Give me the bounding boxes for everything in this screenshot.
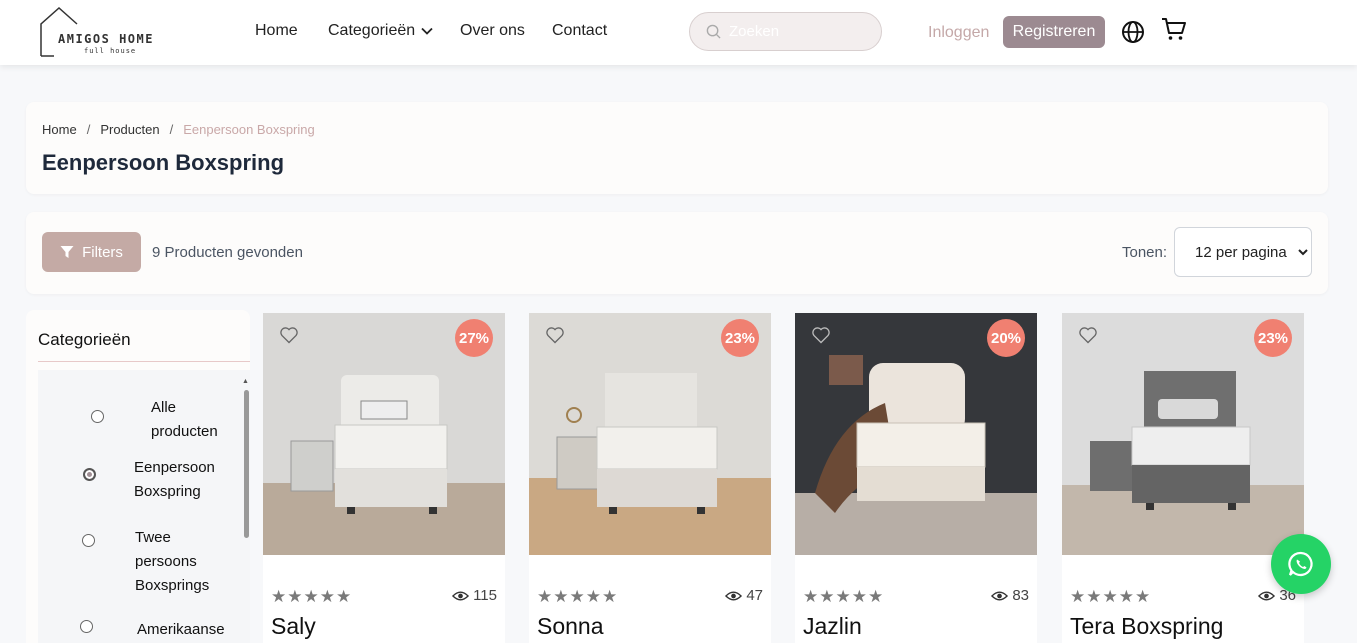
- breadcrumb-products[interactable]: Producten: [100, 122, 159, 137]
- filters-button-label: Filters: [82, 243, 123, 261]
- product-card[interactable]: 27% ★★★★★ 115 Saly: [263, 313, 505, 643]
- chevron-down-icon: [421, 27, 433, 35]
- search-bar[interactable]: [689, 12, 882, 51]
- product-name[interactable]: Tera Boxspring: [1070, 613, 1223, 640]
- scroll-up-arrow[interactable]: ▲: [242, 378, 249, 385]
- discount-badge: 27%: [455, 319, 493, 357]
- discount-badge: 23%: [721, 319, 759, 357]
- per-page-select[interactable]: 12 per pagina: [1174, 227, 1312, 277]
- category-sidebar: Categorieën Alle producten Eenpersoon Bo…: [26, 310, 250, 643]
- view-count-value: 83: [1012, 587, 1029, 604]
- page-header-card: Home / Producten / Eenpersoon Boxspring …: [26, 102, 1328, 194]
- nav-categories-label: Categorieën: [328, 22, 416, 39]
- product-card[interactable]: 23% ★★★★★ 47 Sonna: [529, 313, 771, 643]
- cart-icon[interactable]: [1161, 16, 1187, 42]
- breadcrumb-separator: /: [86, 122, 91, 137]
- nav-categories[interactable]: Categorieën: [328, 22, 433, 40]
- brand-tagline: full house: [84, 47, 137, 55]
- filter-icon: [60, 246, 74, 258]
- product-image[interactable]: 20%: [795, 313, 1037, 555]
- nav-home[interactable]: Home: [255, 22, 298, 40]
- category-item-double-boxspring[interactable]: Twee persoons Boxsprings: [82, 526, 220, 598]
- per-page-label: Tonen:: [1122, 244, 1168, 261]
- product-name[interactable]: Sonna: [537, 613, 604, 640]
- product-name[interactable]: Saly: [271, 613, 316, 640]
- globe-icon[interactable]: [1121, 20, 1145, 44]
- results-count: 9 Producten gevonden: [152, 244, 303, 261]
- eye-icon: [991, 591, 1009, 600]
- breadcrumb: Home / Producten / Eenpersoon Boxspring: [42, 122, 315, 137]
- category-item-american[interactable]: Amerikaanse: [80, 618, 237, 642]
- view-count: 47: [725, 587, 763, 604]
- breadcrumb-separator: /: [169, 122, 174, 137]
- rating-stars: ★★★★★: [271, 587, 353, 606]
- product-image[interactable]: 27%: [263, 313, 505, 555]
- rating-stars: ★★★★★: [537, 587, 619, 606]
- divider: [38, 361, 250, 362]
- product-card[interactable]: 20% ★★★★★ 83 Jazlin: [795, 313, 1037, 643]
- rating-stars: ★★★★★: [1070, 587, 1152, 606]
- register-button[interactable]: Registreren: [1003, 16, 1105, 48]
- heart-icon[interactable]: [1078, 325, 1098, 345]
- whatsapp-button[interactable]: [1271, 534, 1331, 594]
- nav-about[interactable]: Over ons: [460, 22, 525, 40]
- category-label: Twee persoons Boxsprings: [135, 529, 210, 594]
- heart-icon[interactable]: [279, 325, 299, 345]
- brand-name: AMIGOS HOME: [58, 32, 154, 46]
- rating-stars: ★★★★★: [803, 587, 885, 606]
- eye-icon: [452, 591, 470, 600]
- discount-badge: 23%: [1254, 319, 1292, 357]
- product-card[interactable]: 23% ★★★★★ 36 Tera Boxspring: [1062, 313, 1304, 643]
- view-count: 83: [991, 587, 1029, 604]
- category-item-all[interactable]: Alle producten: [91, 396, 241, 444]
- category-radio[interactable]: [82, 534, 95, 547]
- breadcrumb-current: Eenpersoon Boxspring: [183, 122, 315, 137]
- search-icon: [706, 24, 721, 39]
- page-title: Eenpersoon Boxspring: [42, 150, 285, 175]
- category-label: Amerikaanse: [137, 621, 225, 638]
- heart-icon[interactable]: [545, 325, 565, 345]
- product-image[interactable]: 23%: [1062, 313, 1304, 555]
- brand-logo[interactable]: AMIGOS HOME full house: [40, 6, 175, 58]
- nav-contact[interactable]: Contact: [552, 22, 607, 40]
- category-scrollbar[interactable]: [244, 390, 249, 538]
- product-image[interactable]: 23%: [529, 313, 771, 555]
- filters-button[interactable]: Filters: [42, 232, 141, 272]
- category-radio[interactable]: [83, 468, 96, 481]
- search-input[interactable]: [729, 23, 869, 40]
- category-label: Eenpersoon Boxspring: [134, 459, 215, 500]
- category-list[interactable]: Alle producten Eenpersoon Boxspring Twee…: [38, 370, 250, 643]
- site-header: AMIGOS HOME full house Home Categorieën …: [0, 0, 1357, 65]
- whatsapp-icon: [1288, 551, 1313, 577]
- results-toolbar: Filters 9 Producten gevonden Tonen: 12 p…: [26, 212, 1328, 294]
- category-radio[interactable]: [91, 410, 104, 423]
- view-count-value: 47: [746, 587, 763, 604]
- breadcrumb-home[interactable]: Home: [42, 122, 77, 137]
- sidebar-title: Categorieën: [38, 330, 131, 349]
- view-count-value: 115: [473, 587, 497, 604]
- heart-icon[interactable]: [811, 325, 831, 345]
- discount-badge: 20%: [987, 319, 1025, 357]
- view-count: 115: [452, 587, 497, 604]
- login-link[interactable]: Inloggen: [928, 24, 989, 42]
- eye-icon: [725, 591, 743, 600]
- eye-icon: [1258, 591, 1276, 600]
- product-name[interactable]: Jazlin: [803, 613, 862, 640]
- category-radio[interactable]: [80, 620, 93, 633]
- category-item-single-boxspring[interactable]: Eenpersoon Boxspring: [83, 456, 224, 504]
- category-label: Alle producten: [151, 399, 218, 440]
